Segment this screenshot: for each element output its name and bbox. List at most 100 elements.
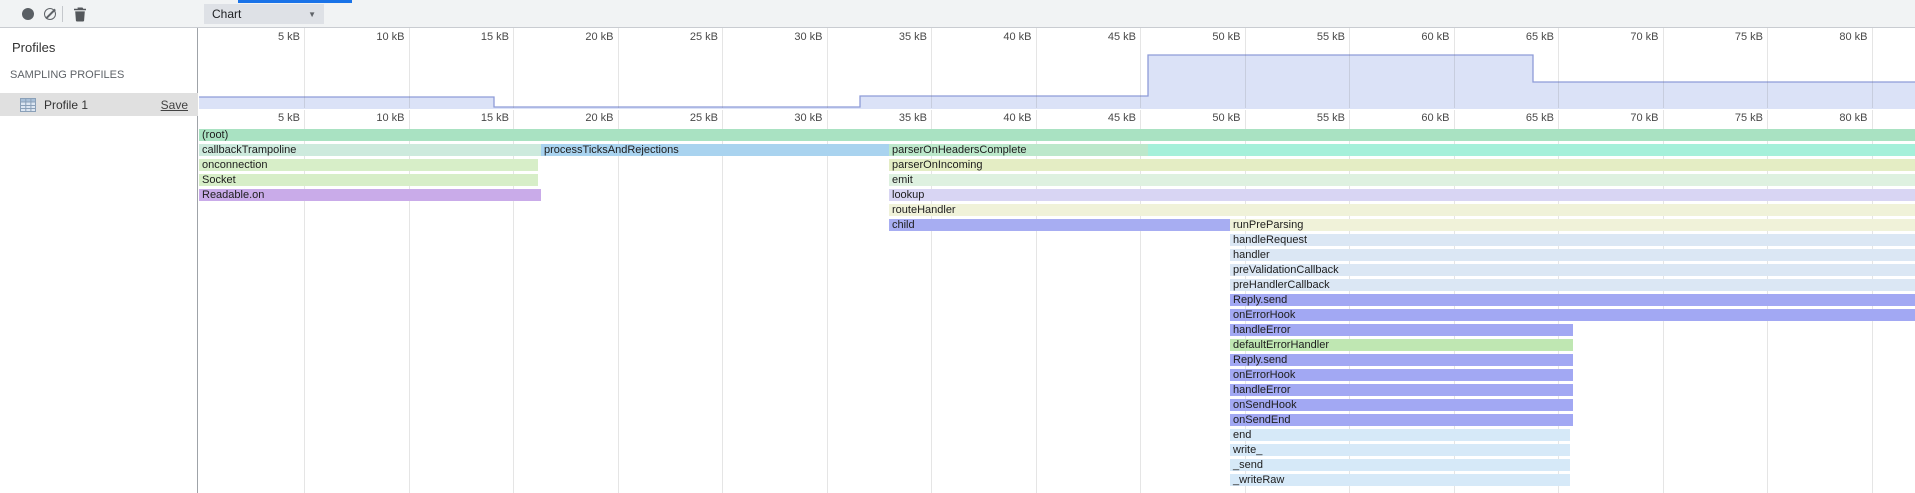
flame-block-reply.send[interactable]: Reply.send bbox=[1230, 294, 1915, 306]
axis-tick-label: 35 kB bbox=[899, 112, 931, 124]
gridline bbox=[1558, 110, 1559, 127]
gridline bbox=[1663, 110, 1664, 127]
gridline bbox=[1872, 110, 1873, 127]
axis-tick-label: 70 kB bbox=[1630, 112, 1662, 124]
gridline bbox=[1349, 110, 1350, 127]
flame-block-root[interactable]: (root) bbox=[199, 129, 1915, 141]
axis-tick-label: 80 kB bbox=[1839, 112, 1871, 124]
flame-block-reply.send[interactable]: Reply.send bbox=[1230, 354, 1573, 366]
flame-block-handlerequest[interactable]: handleRequest bbox=[1230, 234, 1915, 246]
flame-block-prevalidationcallback[interactable]: preValidationCallback bbox=[1230, 264, 1915, 276]
flame-block-callbacktrampoline[interactable]: callbackTrampoline bbox=[199, 144, 541, 156]
flame-chart: (root) callbackTrampolineprocessTicksAndR… bbox=[199, 127, 1915, 493]
flame-block-routehandler[interactable]: routeHandler bbox=[889, 204, 1915, 216]
axis-tick-label: 50 kB bbox=[1212, 31, 1244, 43]
flame-block-handleerror[interactable]: handleError bbox=[1230, 384, 1573, 396]
delete-profile-button[interactable] bbox=[70, 4, 90, 24]
sidebar: Profiles SAMPLING PROFILES Profile 1 Sav… bbox=[0, 28, 198, 493]
memory-overview-timeline[interactable]: 5 kB10 kB15 kB20 kB25 kB30 kB35 kB40 kB4… bbox=[199, 28, 1915, 109]
gridline bbox=[618, 110, 619, 127]
axis-tick-label: 75 kB bbox=[1735, 112, 1767, 124]
axis-tick-label: 40 kB bbox=[1003, 112, 1035, 124]
axis-tick-label: 15 kB bbox=[481, 31, 513, 43]
axis-tick-label: 50 kB bbox=[1212, 112, 1244, 124]
chart-pane: 5 kB 10 kB 15 kB 20 kB 25 kB 30 kB 35 kB 40 kB 4… bbox=[199, 28, 1915, 493]
flame-block-_writeraw[interactable]: _writeRaw bbox=[1230, 474, 1570, 486]
flame-block-handleerror[interactable]: handleError bbox=[1230, 324, 1573, 336]
flame-block[interactable] bbox=[1148, 144, 1915, 156]
flame-block-handler[interactable]: handler bbox=[1230, 249, 1915, 261]
sidebar-item-profile-1[interactable]: Profile 1 Save bbox=[0, 93, 198, 116]
gridline bbox=[304, 110, 305, 127]
flame-block-write_[interactable]: write_ bbox=[1230, 444, 1570, 456]
axis-tick-label: 15 kB bbox=[481, 112, 513, 124]
flame-block-readable.on[interactable]: Readable.on bbox=[199, 189, 541, 201]
gridline bbox=[827, 110, 828, 127]
flame-block-lookup[interactable]: lookup bbox=[889, 189, 1915, 201]
profiles-title: Profiles bbox=[12, 40, 55, 55]
axis-tick-label: 20 kB bbox=[585, 112, 617, 124]
axis-tick-label: 5 kB bbox=[278, 31, 304, 43]
gridline bbox=[1036, 110, 1037, 127]
record-button[interactable] bbox=[18, 4, 38, 24]
gridline bbox=[618, 127, 619, 493]
gridline bbox=[931, 110, 932, 127]
axis-tick-label: 55 kB bbox=[1317, 31, 1349, 43]
active-tab-indicator bbox=[238, 0, 352, 3]
flame-block-parseronincoming[interactable]: parserOnIncoming bbox=[889, 159, 1915, 171]
axis-tick-label: 30 kB bbox=[794, 31, 826, 43]
flame-chart-ruler: 5 kB 10 kB 15 kB 20 kB 25 kB 30 kB 35 kB 40 kB 4… bbox=[199, 110, 1915, 127]
trash-icon bbox=[73, 6, 87, 22]
axis-tick-label: 65 kB bbox=[1526, 31, 1558, 43]
axis-tick-label: 45 kB bbox=[1108, 112, 1140, 124]
flame-block-prehandlercallback[interactable]: preHandlerCallback bbox=[1230, 279, 1915, 291]
view-mode-dropdown[interactable]: Chart ▼ bbox=[204, 4, 324, 24]
flame-block-emit[interactable]: emit bbox=[889, 174, 1915, 186]
flame-block-runpreparsing[interactable]: runPreParsing bbox=[1230, 219, 1915, 231]
flame-block-onsendhook[interactable]: onSendHook bbox=[1230, 399, 1573, 411]
flame-block-child[interactable]: child bbox=[889, 219, 1230, 231]
chevron-down-icon: ▼ bbox=[308, 10, 316, 19]
block-icon bbox=[44, 8, 56, 20]
gridline bbox=[1245, 110, 1246, 127]
flame-block-_send[interactable]: _send bbox=[1230, 459, 1570, 471]
view-mode-value: Chart bbox=[212, 7, 308, 21]
axis-tick-label: 10 kB bbox=[376, 112, 408, 124]
axis-tick-label: 10 kB bbox=[376, 31, 408, 43]
record-icon bbox=[22, 8, 34, 20]
profile-name: Profile 1 bbox=[44, 98, 161, 112]
sampling-profiles-section-label: SAMPLING PROFILES bbox=[10, 69, 124, 81]
clear-button[interactable] bbox=[40, 4, 60, 24]
flame-block-defaulterrorhandler[interactable]: defaultErrorHandler bbox=[1230, 339, 1573, 351]
flame-block-onerrorhook[interactable]: onErrorHook bbox=[1230, 309, 1915, 321]
axis-tick-label: 70 kB bbox=[1630, 31, 1662, 43]
gridline bbox=[722, 127, 723, 493]
toolbar: Chart ▼ bbox=[0, 0, 1915, 28]
gridline bbox=[722, 110, 723, 127]
gridline bbox=[1140, 110, 1141, 127]
gridline bbox=[1767, 110, 1768, 127]
axis-tick-label: 25 kB bbox=[690, 31, 722, 43]
flame-block-processticksandrejections[interactable]: processTicksAndRejections bbox=[541, 144, 889, 156]
axis-tick-label: 20 kB bbox=[585, 31, 617, 43]
axis-tick-label: 45 kB bbox=[1108, 31, 1140, 43]
flame-block-onconnection[interactable]: onconnection bbox=[199, 159, 538, 171]
axis-tick-label: 5 kB bbox=[278, 112, 304, 124]
axis-tick-label: 60 kB bbox=[1421, 112, 1453, 124]
save-profile-link[interactable]: Save bbox=[161, 98, 188, 112]
axis-tick-label: 75 kB bbox=[1735, 31, 1767, 43]
axis-tick-label: 25 kB bbox=[690, 112, 722, 124]
flame-block-end[interactable]: end bbox=[1230, 429, 1570, 441]
axis-tick-label: 35 kB bbox=[899, 31, 931, 43]
axis-tick-label: 30 kB bbox=[794, 112, 826, 124]
flame-block-onsendend[interactable]: onSendEnd bbox=[1230, 414, 1573, 426]
gridline bbox=[1454, 110, 1455, 127]
axis-tick-label: 55 kB bbox=[1317, 112, 1349, 124]
flame-block-socket[interactable]: Socket bbox=[199, 174, 538, 186]
flame-block-parseronheaderscomplete[interactable]: parserOnHeadersComplete bbox=[889, 144, 1148, 156]
gridline bbox=[409, 110, 410, 127]
flame-block-onerrorhook[interactable]: onErrorHook bbox=[1230, 369, 1573, 381]
axis-tick-label: 65 kB bbox=[1526, 112, 1558, 124]
gridline bbox=[827, 127, 828, 493]
profile-grid-icon bbox=[20, 98, 36, 112]
